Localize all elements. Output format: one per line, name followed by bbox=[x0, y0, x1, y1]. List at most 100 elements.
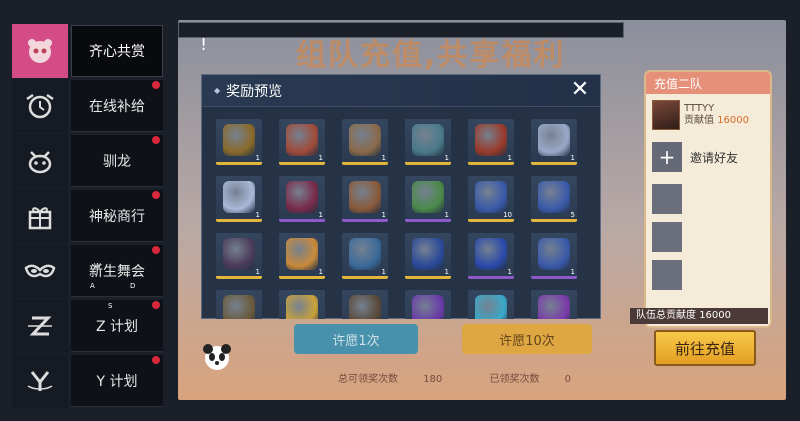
reward-item[interactable] bbox=[405, 290, 451, 319]
golden-weapon-icon bbox=[223, 124, 255, 156]
quality-bar bbox=[279, 276, 325, 279]
character-portrait-icon bbox=[223, 181, 255, 213]
quality-bar bbox=[279, 219, 325, 222]
wasd-key-s: S bbox=[108, 302, 113, 310]
modal-title: 奖励预览 bbox=[226, 83, 283, 100]
wish-once-button[interactable]: 许愿1次 bbox=[294, 324, 418, 354]
reward-item[interactable] bbox=[468, 290, 514, 319]
notification-dot bbox=[152, 191, 160, 199]
reward-grid[interactable]: 1 1 1 1 1 1 1 1 1 1 10 5 1 1 1 1 1 1 bbox=[216, 119, 596, 319]
member-name: TTTYY bbox=[684, 103, 715, 114]
sidebar-item[interactable]: 在线补给 bbox=[12, 79, 164, 133]
item-count: 1 bbox=[318, 268, 323, 276]
invite-label: 邀请好友 bbox=[690, 150, 739, 165]
quality-bar bbox=[405, 276, 451, 279]
reward-item[interactable]: 1 bbox=[342, 119, 388, 165]
reward-item[interactable]: 10 bbox=[468, 176, 514, 222]
item-count: 1 bbox=[507, 268, 512, 276]
character-portrait-icon bbox=[538, 124, 570, 156]
panda-icon bbox=[12, 24, 68, 78]
alarm-clock-icon bbox=[12, 79, 68, 133]
purple-shard-icon bbox=[412, 295, 444, 319]
quality-bar bbox=[342, 276, 388, 279]
available-value: 180 bbox=[423, 374, 443, 385]
sidebar-item-label: Z 计划 bbox=[71, 300, 163, 352]
invite-friend-button[interactable]: + 邀请好友 bbox=[652, 142, 738, 172]
item-count: 1 bbox=[381, 268, 386, 276]
reward-item[interactable]: 1 bbox=[279, 176, 325, 222]
reward-item[interactable]: 1 bbox=[531, 233, 577, 279]
quality-bar bbox=[405, 162, 451, 165]
reward-item[interactable]: 1 bbox=[279, 119, 325, 165]
quality-bar bbox=[468, 219, 514, 222]
item-count: 1 bbox=[507, 154, 512, 162]
contribution-label: 贡献值 bbox=[684, 115, 714, 126]
purple-sword-icon bbox=[538, 295, 570, 319]
empty-member-slot bbox=[652, 184, 682, 214]
item-count: 1 bbox=[570, 268, 575, 276]
quality-bar bbox=[279, 162, 325, 165]
quality-bar bbox=[468, 276, 514, 279]
y-letter-icon bbox=[12, 354, 68, 408]
total-value: 16000 bbox=[699, 310, 731, 321]
notification-dot bbox=[152, 301, 160, 309]
sidebar-item[interactable]: Y 计划 bbox=[12, 354, 164, 408]
reward-item[interactable]: 1 bbox=[342, 176, 388, 222]
sidebar-item-label: 驯龙 bbox=[71, 135, 163, 187]
reward-item[interactable]: 1 bbox=[468, 233, 514, 279]
item-count: 1 bbox=[570, 154, 575, 162]
quality-bar bbox=[468, 162, 514, 165]
reward-preview-modal: ◆ 奖励预览 ✕ 1 1 1 1 1 1 1 1 1 1 10 5 1 1 1 1 1 1 bbox=[201, 74, 601, 319]
reward-item[interactable]: 1 bbox=[216, 119, 262, 165]
sidebar-item[interactable]: 齐心共赏 bbox=[12, 24, 164, 78]
wish-ten-button[interactable]: 许愿10次 bbox=[462, 324, 592, 354]
reward-item[interactable] bbox=[342, 290, 388, 319]
notification-dot bbox=[152, 136, 160, 144]
reward-item[interactable]: 1 bbox=[342, 233, 388, 279]
close-button[interactable]: ✕ bbox=[568, 79, 592, 103]
reward-item[interactable] bbox=[216, 290, 262, 319]
goto-recharge-button[interactable]: 前往充值 bbox=[654, 330, 756, 366]
blue-candy-icon bbox=[538, 181, 570, 213]
reward-item[interactable] bbox=[531, 290, 577, 319]
reward-item[interactable]: 5 bbox=[531, 176, 577, 222]
dragon-icon bbox=[12, 134, 68, 188]
quality-bar bbox=[531, 162, 577, 165]
item-count: 1 bbox=[381, 154, 386, 162]
green-spellbook-icon bbox=[412, 181, 444, 213]
quality-bar bbox=[216, 219, 262, 222]
reward-item[interactable]: 1 bbox=[531, 119, 577, 165]
blue-candy-icon bbox=[538, 238, 570, 270]
sidebar-item[interactable]: Z 计划 bbox=[12, 299, 164, 353]
gift-box-icon bbox=[12, 189, 68, 243]
reward-item[interactable] bbox=[279, 290, 325, 319]
quality-bar bbox=[216, 162, 262, 165]
panda-icon[interactable] bbox=[200, 342, 234, 372]
team-member[interactable]: TTTYY 贡献值 16000 bbox=[652, 98, 766, 132]
item-count: 10 bbox=[503, 211, 512, 219]
quality-bar bbox=[531, 219, 577, 222]
quality-bar bbox=[531, 276, 577, 279]
sidebar-item-label: 新生舞会 bbox=[71, 245, 163, 297]
item-count: 1 bbox=[255, 154, 260, 162]
team-card: 充值二队 TTTYY 贡献值 16000 + 邀请好友 bbox=[644, 70, 772, 328]
reward-item[interactable]: 1 bbox=[279, 233, 325, 279]
wish-counts: 总可领奖次数 180 已领奖次数 0 bbox=[338, 370, 615, 385]
reward-item[interactable]: 1 bbox=[405, 176, 451, 222]
reward-item[interactable]: 1 bbox=[405, 119, 451, 165]
item-count: 1 bbox=[444, 211, 449, 219]
reward-item[interactable]: 1 bbox=[405, 233, 451, 279]
sidebar-item[interactable]: 神秘商行 bbox=[12, 189, 164, 243]
empty-member-slot bbox=[652, 222, 682, 252]
sidebar-item[interactable]: 驯龙 bbox=[12, 134, 164, 188]
z-letter-icon bbox=[12, 299, 68, 353]
blue-gift-icon bbox=[475, 238, 507, 270]
notification-dot bbox=[152, 356, 160, 364]
wasd-key-d: D bbox=[130, 282, 136, 290]
item-count: 5 bbox=[570, 211, 575, 219]
sidebar-item[interactable]: 新生舞会 bbox=[12, 244, 164, 298]
reward-item[interactable]: 1 bbox=[216, 176, 262, 222]
reward-item[interactable]: 1 bbox=[216, 233, 262, 279]
reward-item[interactable]: 1 bbox=[468, 119, 514, 165]
item-count: 1 bbox=[444, 154, 449, 162]
